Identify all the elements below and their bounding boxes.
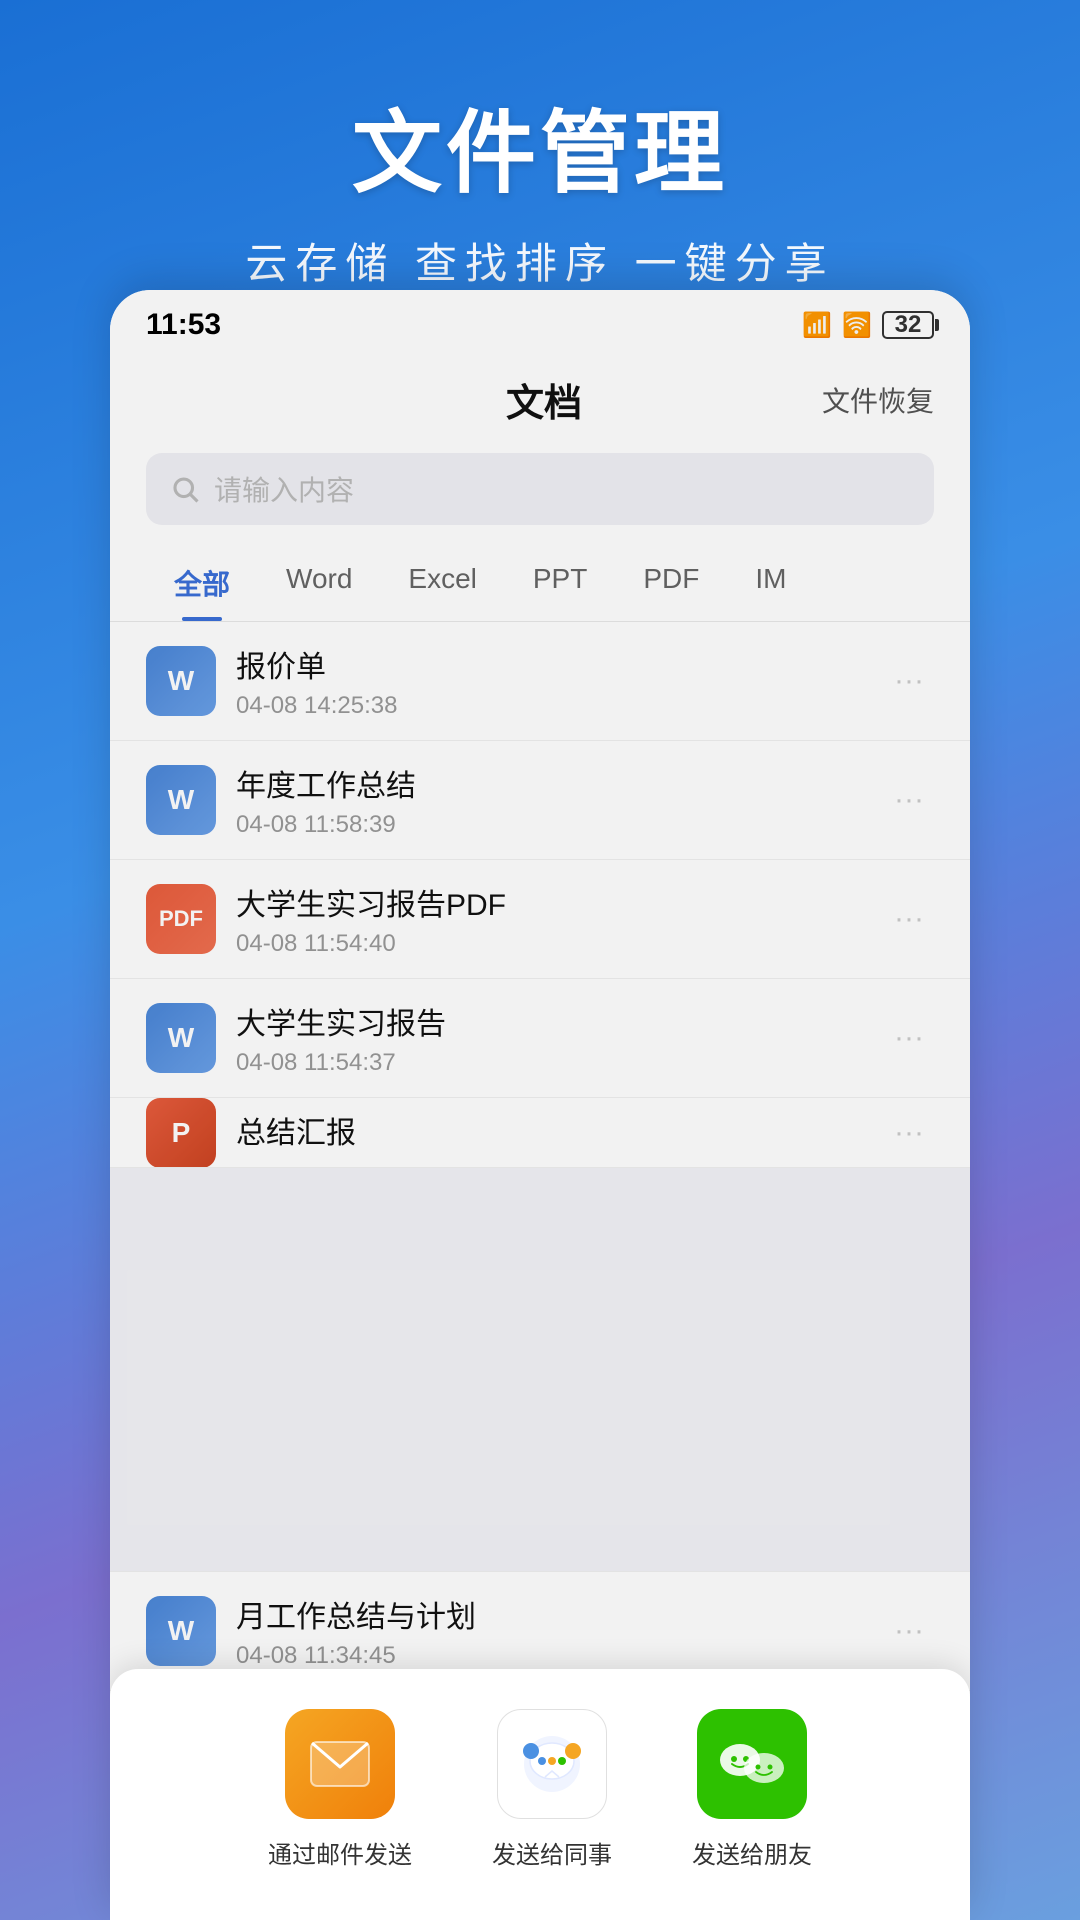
share-wechat-label: 发送给朋友 bbox=[692, 1835, 812, 1870]
share-wechat-item[interactable]: 发送给朋友 bbox=[692, 1709, 812, 1870]
colleague-icon-box bbox=[497, 1709, 607, 1819]
app-header: 文件管理 云存储 查找排序 一键分享 bbox=[0, 0, 1080, 331]
app-subtitle: 云存储 查找排序 一键分享 bbox=[0, 230, 1080, 291]
share-colleague-label: 发送给同事 bbox=[492, 1835, 612, 1870]
app-title: 文件管理 bbox=[0, 80, 1080, 210]
email-icon-box bbox=[285, 1709, 395, 1819]
wechat-icon-box bbox=[697, 1709, 807, 1819]
email-icon bbox=[310, 1741, 370, 1787]
share-popup: 通过邮件发送 bbox=[110, 1669, 970, 1920]
wechat-icon bbox=[718, 1734, 786, 1794]
share-items: 通过邮件发送 bbox=[170, 1709, 910, 1870]
share-email-label: 通过邮件发送 bbox=[268, 1835, 412, 1870]
colleague-icon bbox=[517, 1729, 587, 1799]
phone-mockup: 11:53 📶 🛜 32 文档 文件恢复 请输入内容 全部 Word Excel bbox=[110, 290, 970, 1920]
share-colleague-item[interactable]: 发送给同事 bbox=[492, 1709, 612, 1870]
share-email-item[interactable]: 通过邮件发送 bbox=[268, 1709, 412, 1870]
